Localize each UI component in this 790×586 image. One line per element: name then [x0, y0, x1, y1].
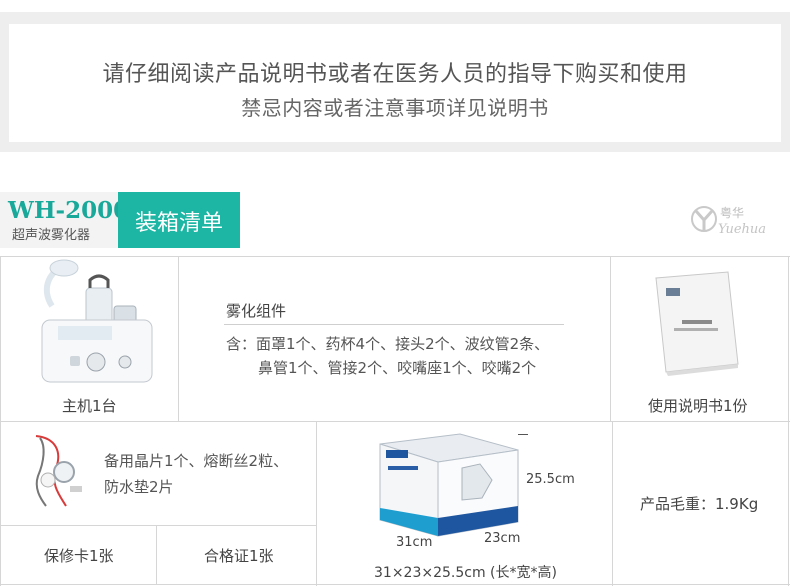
atomizer-title-underline — [224, 324, 564, 325]
packaging-box-image — [379, 433, 519, 537]
brand-logo-cn: 粤华 — [720, 205, 744, 220]
atomizer-kit-title: 雾化组件 — [226, 302, 287, 320]
grid-line — [0, 584, 790, 585]
grid-line — [0, 256, 1, 586]
manual-image — [655, 271, 739, 376]
box-width-label: 23cm — [484, 531, 521, 546]
model-number: WH-2000 — [8, 197, 130, 224]
gross-weight-label: 产品毛重：1.9Kg — [640, 495, 759, 513]
atomizer-kit-line-1: 含：面罩1个、药杯4个、接头2个、波纹管2条、 — [226, 335, 550, 353]
spare-parts-image — [35, 435, 82, 507]
brand-logo-text: Yuehua — [718, 222, 766, 237]
packing-list-title: 装箱清单 — [134, 211, 223, 236]
grid-line — [610, 256, 611, 421]
grid-line — [612, 421, 613, 586]
grid-line — [178, 256, 179, 421]
notice-line-2: 禁忌内容或者注意事项详见说明书 — [241, 96, 549, 120]
grid-line — [316, 421, 317, 586]
spare-parts-line-2: 防水垫2片 — [104, 478, 174, 496]
main-unit-image — [41, 259, 153, 383]
notice-line-1: 请仔细阅读产品说明书或者在医务人员的指导下购买和使用 — [102, 62, 688, 87]
spare-parts-line-1: 备用晶片1个、熔断丝2粒、 — [104, 452, 289, 470]
product-name: 超声波雾化器 — [12, 228, 91, 243]
height-dimension-line — [518, 434, 528, 435]
grid-line — [0, 256, 790, 257]
grid-line — [0, 525, 316, 526]
grid-line — [788, 256, 789, 586]
box-dimensions-label: 31×23×25.5cm (长*宽*高) — [374, 565, 557, 581]
manual-label: 使用说明书1份 — [648, 397, 748, 415]
box-height-label: 25.5cm — [526, 472, 575, 487]
main-unit-label: 主机1台 — [62, 397, 117, 415]
brand-logo: 粤华 Yuehua — [691, 205, 766, 237]
certificate-label: 合格证1张 — [204, 547, 274, 565]
grid-line — [0, 421, 790, 422]
atomizer-kit-line-2: 鼻管1个、管接2个、咬嘴座1个、咬嘴2个 — [258, 359, 537, 377]
warranty-card-label: 保修卡1张 — [44, 547, 114, 565]
grid-line — [156, 525, 157, 585]
box-length-label: 31cm — [396, 535, 433, 550]
